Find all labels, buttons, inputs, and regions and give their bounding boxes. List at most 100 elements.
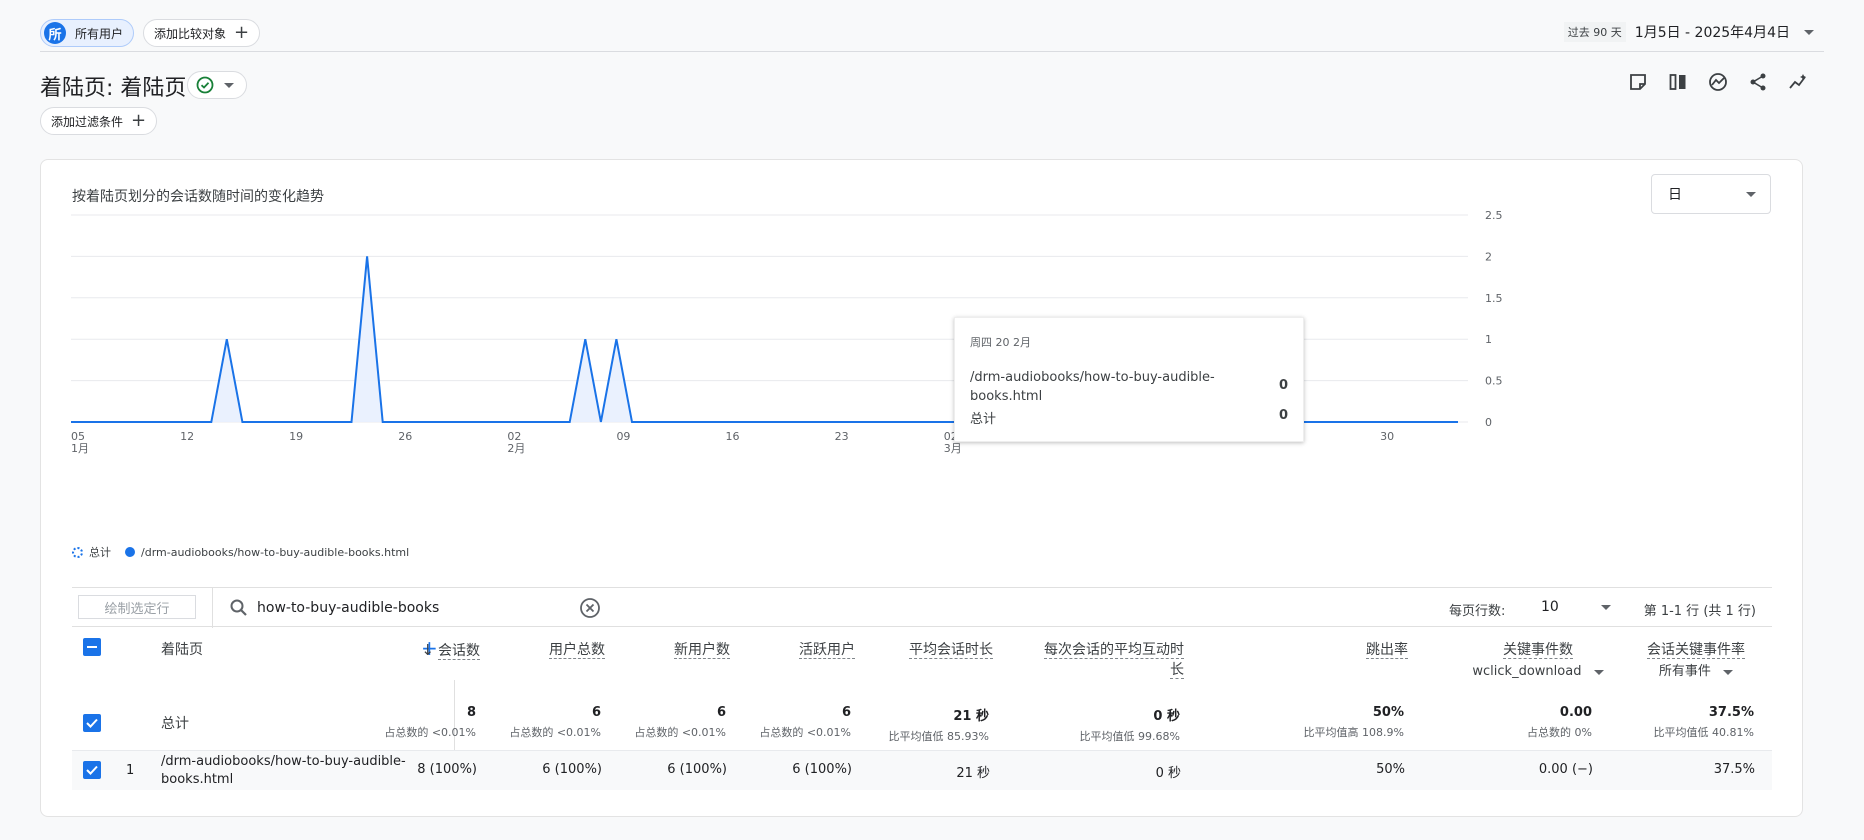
add-filter-button[interactable]: 添加过滤条件 +: [40, 107, 158, 135]
total-avg-engagement-value: 0 秒: [1153, 709, 1180, 724]
total-avg-session-cell: 21 秒 比平均值低 85.93%: [889, 705, 989, 744]
row-active-users: 6 (100%): [792, 762, 852, 777]
row-key-rate: 37.5%: [1713, 762, 1755, 777]
chart-tooltip: 周四 20 2月 /drm-audiobooks/how-to-buy-audi…: [954, 317, 1304, 442]
key-events-filter-value: wclick_download: [1472, 664, 1582, 679]
legend-series-label[interactable]: /drm-audiobooks/how-to-buy-audible-books…: [141, 546, 409, 559]
table-toolbar: 绘制选定行 每页行数: 10 第 1-1 行 (共 1 行): [72, 587, 1772, 628]
chart-card: 按着陆页划分的会话数随时间的变化趋势 日 2.5 2 1.5 1 0.5 0 05 1月 12 1…: [40, 159, 1803, 817]
column-header-sessions[interactable]: ↓ 会话数: [390, 640, 480, 661]
plot-rows-button[interactable]: 绘制选定行: [78, 595, 196, 619]
avg-session-header-label: 平均会话时长: [909, 642, 993, 659]
column-header-avg-engagement[interactable]: 每次会话的平均互动时 长: [1004, 640, 1184, 680]
sessions-line-chart[interactable]: 2.521.510.50051月121926022月091623023月0916…: [41, 160, 1804, 540]
total-key-rate-value: 37.5%: [1708, 705, 1754, 720]
legend-total-marker: [72, 546, 83, 558]
column-header-total-users[interactable]: 用户总数: [505, 640, 605, 660]
compare-columns-icon[interactable]: [1668, 72, 1688, 92]
page-title: 着陆页: 着陆页: [40, 76, 187, 101]
total-avg-session-compare: 比平均值低 85.93%: [888, 730, 989, 743]
total-key-rate-compare: 比平均值低 40.81%: [1653, 726, 1754, 739]
row-checkbox[interactable]: [83, 761, 101, 779]
total-row-label: 总计: [161, 716, 189, 732]
rows-per-page-label: 每页行数:: [1449, 604, 1506, 619]
row-new-users: 6 (100%): [667, 762, 727, 777]
segment-chip-all-users[interactable]: 所 所有用户: [40, 19, 135, 47]
report-status-dropdown[interactable]: [187, 71, 247, 99]
sessions-header-label: 会话数: [438, 643, 480, 660]
total-bounce-compare: 比平均值高 108.9%: [1303, 726, 1404, 739]
x-tick-month-label: 1月: [71, 442, 89, 455]
row-index: 1: [126, 763, 135, 778]
total-key-rate-cell: 37.5% 比平均值低 40.81%: [1654, 705, 1754, 740]
y-tick-label: 0: [1485, 416, 1492, 429]
total-users-cell: 6 占总数的 <0.01%: [509, 705, 601, 740]
total-new-users-cell: 6 占总数的 <0.01%: [634, 705, 726, 740]
bounce-header-label: 跳出率: [1366, 642, 1408, 659]
total-key-events-value: 0.00: [1559, 705, 1592, 720]
legend-total-label[interactable]: 总计: [89, 544, 111, 560]
date-range-tag: 过去 90 天: [1563, 22, 1626, 42]
date-range-picker[interactable]: 过去 90 天 1月5日 - 2025年4月4日: [1563, 18, 1814, 46]
plus-icon: +: [131, 110, 147, 131]
chevron-down-icon: [1601, 604, 1611, 610]
total-sessions-value: 8: [466, 705, 476, 720]
tooltip-date: 周四 20 2月: [970, 336, 1031, 349]
trend-icon[interactable]: [1788, 72, 1808, 92]
tooltip-total-label: 总计: [970, 412, 997, 427]
total-sessions-cell: 8 占总数的 <0.01%: [384, 705, 476, 740]
total-active-users-cell: 6 占总数的 <0.01%: [759, 705, 851, 740]
segment-avatar: 所: [44, 22, 66, 44]
total-key-events-share: 占总数的 0%: [1527, 726, 1592, 739]
clear-search-icon[interactable]: [579, 597, 601, 619]
x-tick-label: 23: [835, 430, 849, 443]
column-header-bounce-rate[interactable]: 跳出率: [1308, 640, 1408, 660]
tooltip-total-value: 0: [1278, 408, 1288, 423]
total-new-users-value: 6: [716, 705, 726, 720]
column-header-avg-session[interactable]: 平均会话时长: [873, 640, 993, 660]
total-new-users-share: 占总数的 <0.01%: [634, 726, 726, 739]
total-avg-engagement-cell: 0 秒 比平均值低 99.68%: [1080, 705, 1180, 744]
y-tick-label: 2.5: [1485, 209, 1503, 222]
active-users-header-label: 活跃用户: [799, 642, 855, 659]
rows-per-page-value: 10: [1541, 599, 1559, 615]
tooltip-series-label: /drm-audiobooks/how-to-buy-audible-books…: [970, 370, 1215, 404]
chevron-down-icon: [1804, 29, 1814, 35]
total-avg-session-value: 21 秒: [953, 709, 989, 724]
row-landing-page-line2: books.html: [161, 772, 234, 787]
report-toolbar: [1628, 72, 1808, 92]
insights-icon[interactable]: [1708, 72, 1728, 92]
row-avg-engagement: 0 秒: [1155, 766, 1181, 781]
search-input[interactable]: [257, 597, 577, 619]
add-comparison-label: 添加比较对象: [154, 26, 227, 41]
segment-label: 所有用户: [75, 26, 124, 41]
table-row[interactable]: 1 /drm-audiobooks/how-to-buy-audible- bo…: [72, 750, 1772, 790]
add-comparison-button[interactable]: 添加比较对象 +: [143, 19, 261, 47]
note-icon[interactable]: [1628, 72, 1648, 92]
total-row-checkbox[interactable]: [83, 714, 101, 732]
x-tick-label: 12: [180, 430, 194, 443]
chevron-down-icon: [224, 82, 234, 88]
key-events-filter[interactable]: wclick_download: [1458, 662, 1618, 682]
rows-per-page-select[interactable]: 10: [1541, 599, 1611, 615]
avg-engagement-header-line1: 每次会话的平均互动时: [1044, 642, 1184, 659]
total-bounce-cell: 50% 比平均值高 108.9%: [1304, 705, 1404, 740]
key-rate-filter-value: 所有事件: [1658, 664, 1711, 679]
new-users-header-label: 新用户数: [674, 642, 730, 659]
column-header-active-users[interactable]: 活跃用户: [755, 640, 855, 660]
key-events-header-label: 关键事件数: [1503, 642, 1573, 659]
total-active-users-share: 占总数的 <0.01%: [759, 726, 851, 739]
x-tick-label: 16: [726, 430, 740, 443]
plus-icon: +: [234, 22, 250, 43]
column-header-new-users[interactable]: 新用户数: [630, 640, 730, 660]
date-range-value: 1月5日 - 2025年4月4日: [1634, 25, 1790, 41]
legend-series-marker: [125, 547, 135, 557]
share-icon[interactable]: [1748, 72, 1768, 92]
column-header-key-events[interactable]: 关键事件数 wclick_download: [1458, 640, 1618, 682]
select-all-checkbox[interactable]: [83, 638, 101, 656]
x-tick-month-label: 3月: [944, 442, 962, 455]
key-rate-filter[interactable]: 所有事件: [1636, 662, 1756, 682]
row-landing-page[interactable]: /drm-audiobooks/how-to-buy-audible- book…: [161, 753, 406, 789]
column-header-key-event-rate[interactable]: 会话关键事件率 所有事件: [1636, 640, 1756, 682]
column-header-landing-page[interactable]: 着陆页: [161, 640, 203, 660]
